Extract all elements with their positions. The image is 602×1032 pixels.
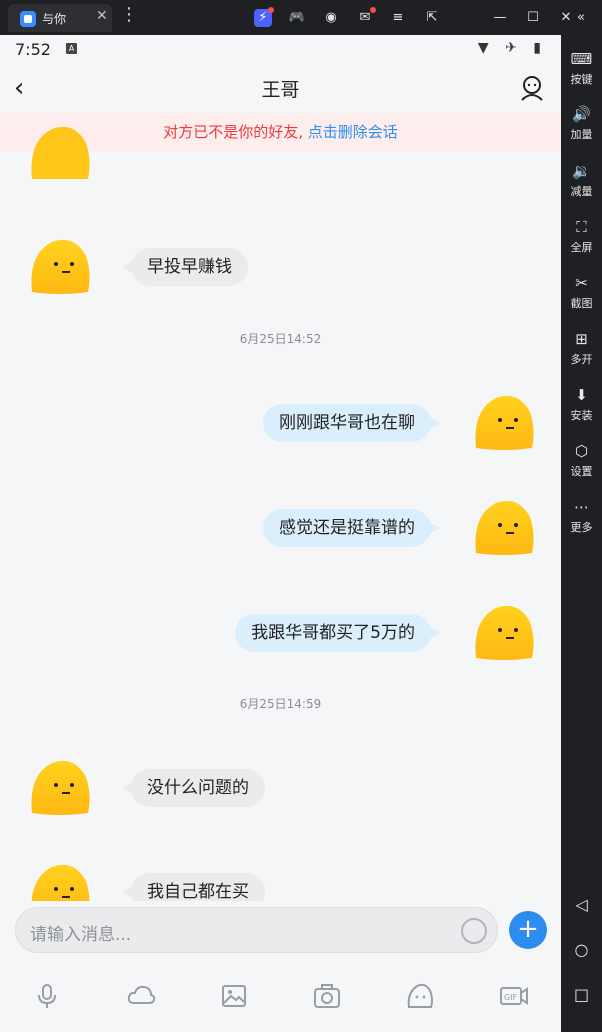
bubble-tail (122, 261, 132, 273)
multi-instance-button-label: 多开 (570, 353, 593, 366)
multi-instance-icon: ⊞ (575, 330, 588, 348)
screenshot-button[interactable]: ✂ 截图 (561, 273, 602, 311)
my-avatar[interactable] (470, 495, 536, 555)
bubble-tail (122, 782, 132, 794)
keymap-icon: ⌨ (570, 50, 593, 68)
keymap-button-label: 按键 (570, 73, 593, 86)
fullscreen-button[interactable]: ⛶ 全屏 (561, 217, 602, 255)
nav-recents-icon[interactable]: □ (561, 985, 602, 1004)
phone-screen: 7:52 A ▼ ✈ ▮ ‹ 王哥 对方已不是你的好友, 点击删除会话 早投早赚… (0, 35, 561, 1032)
volume-down-button-label: 减量 (570, 185, 593, 198)
emoji-icon[interactable] (405, 981, 435, 1011)
multi-instance-button[interactable]: ⊞ 多开 (561, 329, 602, 367)
emulator-sidebar: ⌨ 按键 🔊 加量 🔉 减量 ⛶ 全屏 ✂ 截图 ⊞ 多开 ⬇ 安装 ⬡ 设置 ⋯ 更多 ◁ ○ □ (561, 35, 602, 1032)
svg-text:GIF: GIF (504, 993, 518, 1002)
keymap-button[interactable]: ⌨ 按键 (561, 49, 602, 87)
settings-icon: ⬡ (574, 442, 589, 460)
notification-dot (370, 7, 376, 13)
chat-title: 王哥 (261, 79, 300, 101)
volume-up-icon: 🔊 (572, 105, 591, 123)
cloud-icon[interactable] (126, 981, 156, 1011)
maximize-icon[interactable]: ☐ (524, 9, 542, 27)
settings-button[interactable]: ⬡ 设置 (561, 441, 602, 479)
more-button-label: 更多 (570, 521, 593, 534)
volume-down-icon: 🔉 (572, 162, 591, 180)
emulator-tab[interactable]: 与你 ✕ (8, 4, 112, 32)
volume-up-button-label: 加量 (570, 128, 593, 141)
contact-avatar[interactable] (26, 234, 92, 294)
status-bar: 7:52 A ▼ ✈ ▮ (0, 35, 561, 65)
status-icons: ▼ ✈ ▮ (477, 40, 547, 56)
contact-avatar[interactable] (26, 755, 92, 815)
export-icon[interactable]: ⇱ (423, 9, 441, 27)
mail-icon[interactable]: ✉ (356, 7, 376, 27)
microphone-icon[interactable] (32, 981, 62, 1011)
screenshot-button-label: 截图 (570, 297, 593, 310)
bubble-tail (430, 627, 440, 639)
contact-avatar-partial (31, 126, 90, 179)
chat-header: ‹ 王哥 (0, 65, 561, 113)
notification-dot (268, 7, 274, 13)
lightning-icon[interactable]: ⚡ (254, 7, 274, 27)
delete-conversation-link[interactable]: 点击删除会话 (308, 123, 398, 141)
add-more-button[interactable]: + (509, 911, 547, 949)
status-time: 7:52 (15, 40, 51, 59)
outgoing-message-bubble[interactable]: 感觉还是挺靠谱的 (263, 509, 431, 547)
chat-area[interactable]: 早投早赚钱 6月25日14:52 刚刚跟华哥也在聊 感觉还是挺靠谱的我跟华哥都买了5万… (0, 126, 561, 919)
volume-up-button[interactable]: 🔊 加量 (561, 104, 602, 142)
status-a-icon: A (66, 43, 77, 54)
tab-title: 与你 (42, 12, 67, 26)
message-timestamp: 6月25日14:52 (239, 332, 322, 346)
more-icon: ⋯ (574, 498, 589, 516)
camera-icon[interactable] (312, 981, 342, 1011)
app-logo-icon (20, 11, 36, 27)
screenshot-icon: ✂ (575, 274, 588, 292)
fullscreen-button-label: 全屏 (570, 241, 593, 254)
outgoing-message-bubble[interactable]: 我跟华哥都买了5万的 (235, 614, 431, 652)
install-apk-icon: ⬇ (575, 386, 588, 404)
profile-icon[interactable] (517, 73, 547, 103)
nav-home-icon[interactable]: ○ (561, 940, 602, 959)
emulator-menu-icon[interactable]: ⋮ (120, 6, 138, 24)
more-button[interactable]: ⋯ 更多 (561, 497, 602, 535)
image-icon[interactable] (219, 981, 249, 1011)
emoji-button-icon[interactable] (461, 918, 487, 944)
message-input-placeholder: 请输入消息... (30, 925, 132, 945)
outgoing-message-bubble[interactable]: 刚刚跟华哥也在聊 (263, 404, 431, 442)
gamepad-icon[interactable]: 🎮 (288, 9, 306, 27)
bubble-tail (430, 417, 440, 429)
incoming-message-bubble[interactable]: 早投早赚钱 (131, 248, 248, 286)
volume-down-button[interactable]: 🔉 减量 (561, 161, 602, 199)
install-apk-button-label: 安装 (570, 409, 593, 422)
menu-icon[interactable]: ≡ (389, 9, 407, 27)
my-avatar[interactable] (470, 600, 536, 660)
collapse-icon[interactable]: « (572, 9, 590, 27)
message-timestamp: 6月25日14:59 (239, 697, 322, 711)
settings-button-label: 设置 (570, 465, 593, 478)
bubble-tail (430, 522, 440, 534)
fullscreen-icon: ⛶ (576, 218, 587, 236)
user-icon[interactable]: ◉ (322, 9, 340, 27)
emulator-titlebar: 与你 ✕ ⋮ ⚡ 🎮 ◉ ✉ ≡ ⇱ — ☐ ✕ « (0, 0, 602, 35)
my-avatar[interactable] (470, 390, 536, 450)
incoming-message-bubble[interactable]: 没什么问题的 (131, 769, 265, 807)
minimize-icon[interactable]: — (491, 9, 509, 27)
message-input[interactable]: 请输入消息... (15, 907, 498, 953)
gif-video-icon[interactable]: GIF (499, 981, 529, 1011)
bubble-tail (122, 886, 132, 898)
tab-close-icon[interactable]: ✕ (96, 8, 108, 24)
banner-text: 对方已不是你的好友, (163, 123, 308, 141)
input-bar: 请输入消息... + GIF (0, 901, 561, 1032)
nav-back-icon[interactable]: ◁ (561, 895, 602, 914)
install-apk-button[interactable]: ⬇ 安装 (561, 385, 602, 423)
